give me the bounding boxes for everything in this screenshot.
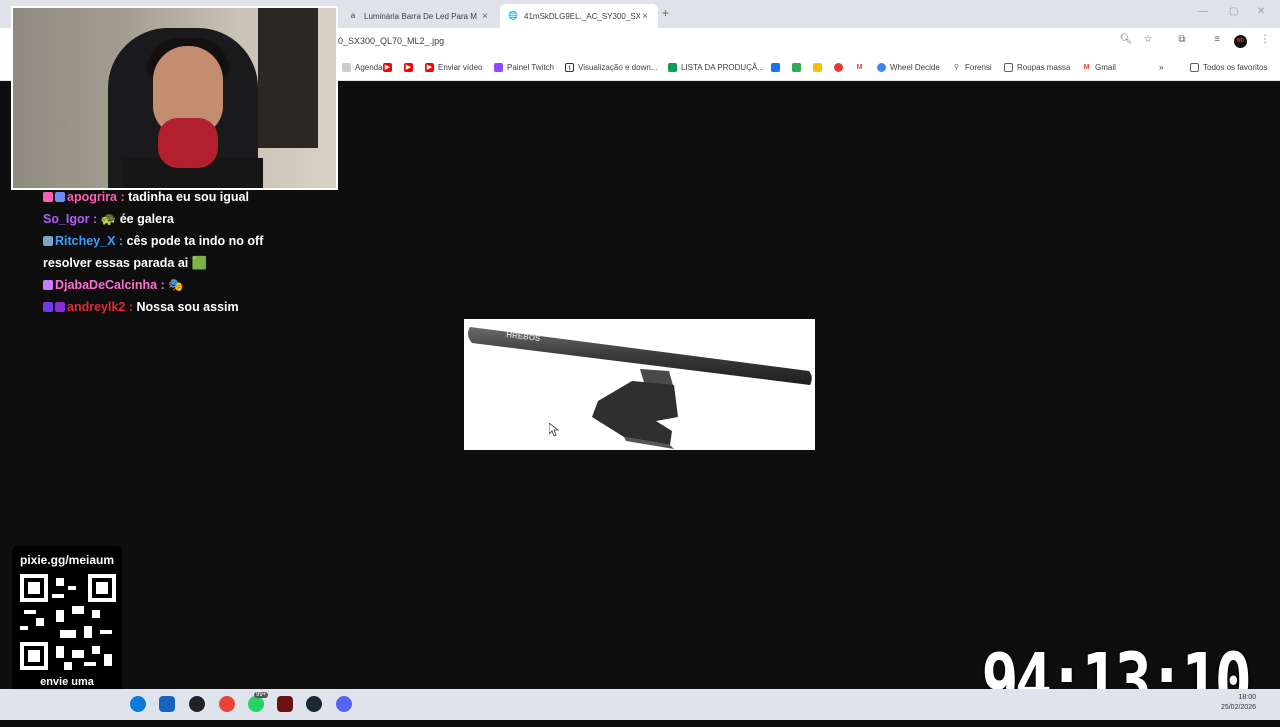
bookmark-outlook[interactable] [771, 61, 784, 74]
twitch-icon [494, 63, 503, 72]
system-clock[interactable]: 18:00 25/02/2026 [1221, 693, 1256, 713]
maximize-icon[interactable]: ▢ [1229, 6, 1238, 17]
profile-avatar[interactable]: ND [1234, 35, 1247, 48]
badge-icon [43, 302, 53, 312]
steam-icon[interactable] [306, 696, 322, 712]
youtube-icon: ▶ [404, 63, 413, 72]
badge-icon [43, 236, 53, 246]
wheel-icon [877, 63, 886, 72]
outlook-icon [771, 63, 780, 72]
all-bookmarks[interactable]: Todos os favoritos [1190, 61, 1267, 74]
badge-icon [55, 192, 65, 202]
url-bar[interactable]: 0_SX300_QL70_ML2_.jpg [338, 33, 1128, 50]
bookmark-youtube[interactable]: ▶ [404, 61, 417, 74]
bookmark-wheel-decide[interactable]: Wheel Decide [877, 61, 940, 74]
gmail-icon: M [855, 63, 864, 72]
edge-icon[interactable] [130, 696, 146, 712]
webcam-overlay [11, 6, 338, 190]
chat-message: apogrira : tadinha eu sou igual [43, 186, 283, 208]
monitor-light-bar-image: HREBOS [467, 327, 812, 449]
bookmark-keep[interactable] [813, 61, 826, 74]
qr-code-icon [20, 574, 116, 670]
bookmark-drive[interactable] [792, 61, 805, 74]
chat-message: andreylk2 : Nossa sou assim [43, 296, 283, 318]
notification-badge: 99+ [254, 692, 269, 698]
keep-icon [813, 63, 822, 72]
gmail-icon: M [1082, 63, 1091, 72]
chat-message: DjabaDeCalcinha : 🎭 [43, 274, 283, 296]
bookmark-painel-twitch[interactable]: Painel Twitch [494, 61, 554, 74]
chrome-icon[interactable] [219, 696, 235, 712]
t-icon: t [565, 63, 574, 72]
whatsapp-icon[interactable] [248, 696, 264, 712]
donation-qr-panel: pixie.gg/meiaum envie uma contribuição [12, 546, 122, 708]
bookmark-gmail[interactable]: M Gmail [1082, 61, 1116, 74]
close-window-icon[interactable]: ✕ [1257, 6, 1265, 17]
badge-icon [43, 280, 53, 290]
stream-chat: apogrira : tadinha eu sou igual So_Igor … [43, 186, 283, 318]
new-tab-icon[interactable]: + [662, 6, 669, 20]
mouse-cursor-icon [549, 423, 559, 437]
chat-message: Ritchey_X : cês pode ta indo no off reso… [43, 234, 264, 270]
folder-icon [1004, 63, 1013, 72]
folder-icon [1190, 63, 1199, 72]
minimize-icon[interactable]: — [1198, 6, 1208, 17]
amazon-icon: a [350, 11, 356, 20]
menu-icon[interactable]: ⋮ [1258, 34, 1272, 45]
tab-title: 41mSkDLG9EL._AC_SY300_SX3 [524, 11, 640, 21]
zoom-icon[interactable]: 🔍︎ [1119, 34, 1133, 45]
calendar-icon [342, 63, 351, 72]
sheets-icon [668, 63, 677, 72]
star-icon[interactable]: ☆ [1141, 34, 1155, 45]
close-tab-icon[interactable]: × [480, 11, 490, 22]
bookmark-visualizacao[interactable]: t Visualização e down... [565, 61, 657, 74]
bookmark-roupas-massa[interactable]: Roupas massa [1004, 61, 1070, 74]
windows-taskbar: 99+ 18:00 25/02/2026 [0, 689, 1280, 720]
donation-url: pixie.gg/meiaum [19, 553, 115, 567]
more-bookmarks-icon[interactable]: » [1159, 61, 1163, 74]
youtube-icon: ▶ [425, 63, 434, 72]
badge-icon [43, 192, 53, 202]
extensions-icon[interactable]: ⧉ [1175, 34, 1189, 45]
search-icon: ⚲ [952, 63, 961, 72]
globe-icon: 🌐 [508, 11, 518, 20]
bookmark-agenda[interactable]: Agenda [342, 61, 383, 74]
youtube-icon: ▶ [383, 63, 392, 72]
tab-image[interactable]: 🌐 41mSkDLG9EL._AC_SY300_SX3 × [500, 4, 658, 28]
close-tab-icon[interactable]: × [640, 11, 650, 22]
app-icon[interactable] [277, 696, 293, 712]
bookmark-forensi[interactable]: ⚲ Forensi [952, 61, 992, 74]
drive-icon [792, 63, 801, 72]
bookmark-app[interactable] [834, 61, 847, 74]
outlook-icon[interactable] [159, 696, 175, 712]
tab-luminaria[interactable]: a Luminária Barra De Led Para M × [340, 4, 498, 28]
obs-icon[interactable] [189, 696, 205, 712]
bookmark-gmail[interactable]: M [855, 61, 868, 74]
bookmark-youtube[interactable]: ▶ [383, 61, 396, 74]
product-image: HREBOS [464, 319, 815, 450]
bookmark-enviar-video[interactable]: ▶ Enviar vídeo [425, 61, 482, 74]
badge-icon [55, 302, 65, 312]
bookmark-lista-producao[interactable]: LISTA DA PRODUÇÃ... [668, 61, 764, 74]
chat-message: So_Igor : 🐢 ée galera [43, 212, 174, 226]
app-icon [834, 63, 843, 72]
tab-title: Luminária Barra De Led Para M [364, 11, 477, 21]
discord-icon[interactable] [336, 696, 352, 712]
media-icon[interactable]: ≡ [1210, 34, 1224, 45]
